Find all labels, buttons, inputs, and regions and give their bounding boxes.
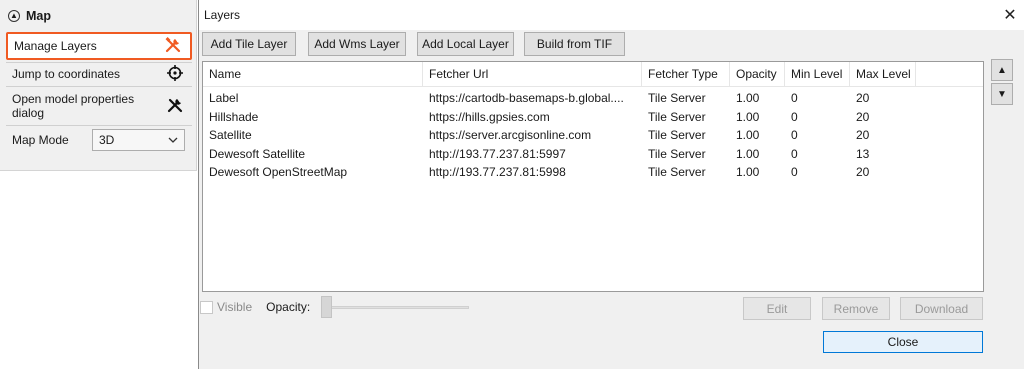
remove-button[interactable]: Remove (822, 297, 890, 320)
open-model-properties-button[interactable]: Open model properties dialog (6, 88, 192, 124)
table-row[interactable]: Dewesoft Satellite http://193.77.237.81:… (203, 145, 916, 164)
cell-type: Tile Server (648, 147, 706, 161)
slider-track (321, 306, 469, 309)
open-model-properties-label: Open model properties dialog (12, 92, 135, 120)
table-row[interactable]: Hillshade https://hills.gpsies.com Tile … (203, 108, 916, 127)
col-opacity[interactable]: Opacity (730, 62, 785, 87)
download-button[interactable]: Download (900, 297, 983, 320)
cell-min-level: 0 (791, 128, 798, 142)
tools-icon (166, 96, 184, 117)
map-side-panel: ▲ Map Manage Layers Jump to coordinates … (0, 0, 197, 171)
cell-url: http://193.77.237.81:5997 (429, 147, 566, 161)
cell-opacity: 1.00 (736, 91, 760, 105)
cell-min-level: 0 (791, 165, 798, 179)
cell-max-level: 13 (856, 147, 870, 161)
layer-options-row: Visible Opacity: (200, 296, 316, 318)
chevron-down-icon (168, 133, 178, 147)
col-min-level[interactable]: Min Level (785, 62, 850, 87)
collapse-icon[interactable]: ▲ (8, 10, 20, 22)
cell-name: Dewesoft OpenStreetMap (209, 165, 348, 179)
manage-layers-label: Manage Layers (14, 39, 97, 53)
move-up-button[interactable]: ▲ (991, 59, 1013, 81)
build-from-tif-button[interactable]: Build from TIF (524, 32, 625, 56)
slider-thumb[interactable] (321, 296, 332, 318)
jump-to-coordinates-button[interactable]: Jump to coordinates (6, 63, 192, 85)
cell-min-level: 0 (791, 91, 798, 105)
cell-opacity: 1.00 (736, 110, 760, 124)
visible-label: Visible (217, 300, 253, 314)
visible-checkbox[interactable] (200, 300, 213, 314)
cell-type: Tile Server (648, 91, 706, 105)
col-fetcher-url[interactable]: Fetcher Url (423, 62, 642, 87)
table-row[interactable]: Label https://cartodb-basemaps-b.global.… (203, 89, 916, 108)
cell-name: Dewesoft Satellite (209, 147, 306, 161)
close-icon[interactable]: ✕ (995, 0, 1024, 30)
cell-url: https://hills.gpsies.com (429, 110, 550, 124)
dialog-titlebar: Layers ✕ (199, 0, 1024, 30)
table-header: Name Fetcher Url Fetcher Type Opacity Mi… (203, 62, 983, 87)
arrow-down-icon: ▼ (997, 88, 1007, 100)
cell-max-level: 20 (856, 165, 870, 179)
arrow-up-icon: ▲ (997, 64, 1007, 76)
layers-dialog: Layers ✕ Add Tile Layer Add Wms Layer Ad… (198, 0, 1024, 369)
layers-table[interactable]: Name Fetcher Url Fetcher Type Opacity Mi… (202, 61, 984, 292)
edit-button[interactable]: Edit (743, 297, 811, 320)
opacity-label: Opacity: (266, 300, 311, 314)
map-mode-select[interactable]: 3D (92, 129, 185, 151)
cell-type: Tile Server (648, 128, 706, 142)
crosshair-icon (166, 64, 184, 85)
cell-max-level: 20 (856, 110, 870, 124)
map-section-title: Map (26, 9, 51, 23)
tools-icon (164, 36, 182, 57)
close-button[interactable]: Close (823, 331, 983, 353)
map-section-header[interactable]: ▲ Map (8, 5, 51, 27)
manage-layers-button[interactable]: Manage Layers (6, 32, 192, 60)
cell-url: http://193.77.237.81:5998 (429, 165, 566, 179)
cell-url: https://server.arcgisonline.com (429, 128, 592, 142)
cell-min-level: 0 (791, 147, 798, 161)
table-row[interactable]: Satellite https://server.arcgisonline.co… (203, 126, 916, 145)
cell-type: Tile Server (648, 165, 706, 179)
jump-to-coordinates-label: Jump to coordinates (12, 67, 121, 81)
cell-type: Tile Server (648, 110, 706, 124)
cell-name: Label (209, 91, 239, 105)
cell-opacity: 1.00 (736, 128, 760, 142)
col-max-level[interactable]: Max Level (850, 62, 916, 87)
cell-min-level: 0 (791, 110, 798, 124)
cell-max-level: 20 (856, 91, 870, 105)
cell-opacity: 1.00 (736, 165, 760, 179)
col-name[interactable]: Name (203, 62, 423, 87)
move-down-button[interactable]: ▼ (991, 83, 1013, 105)
col-fetcher-type[interactable]: Fetcher Type (642, 62, 730, 87)
cell-max-level: 20 (856, 128, 870, 142)
dialog-title: Layers (204, 8, 241, 22)
add-tile-layer-button[interactable]: Add Tile Layer (202, 32, 296, 56)
cell-opacity: 1.00 (736, 147, 760, 161)
cell-name: Satellite (209, 128, 252, 142)
map-mode-value: 3D (99, 133, 115, 147)
add-local-layer-button[interactable]: Add Local Layer (417, 32, 514, 56)
add-wms-layer-button[interactable]: Add Wms Layer (308, 32, 406, 56)
opacity-slider[interactable] (321, 296, 469, 318)
cell-name: Hillshade (209, 110, 259, 124)
map-mode-label: Map Mode (12, 133, 69, 147)
table-row[interactable]: Dewesoft OpenStreetMap http://193.77.237… (203, 163, 916, 182)
cell-url: https://cartodb-basemaps-b.global.... (429, 91, 624, 105)
